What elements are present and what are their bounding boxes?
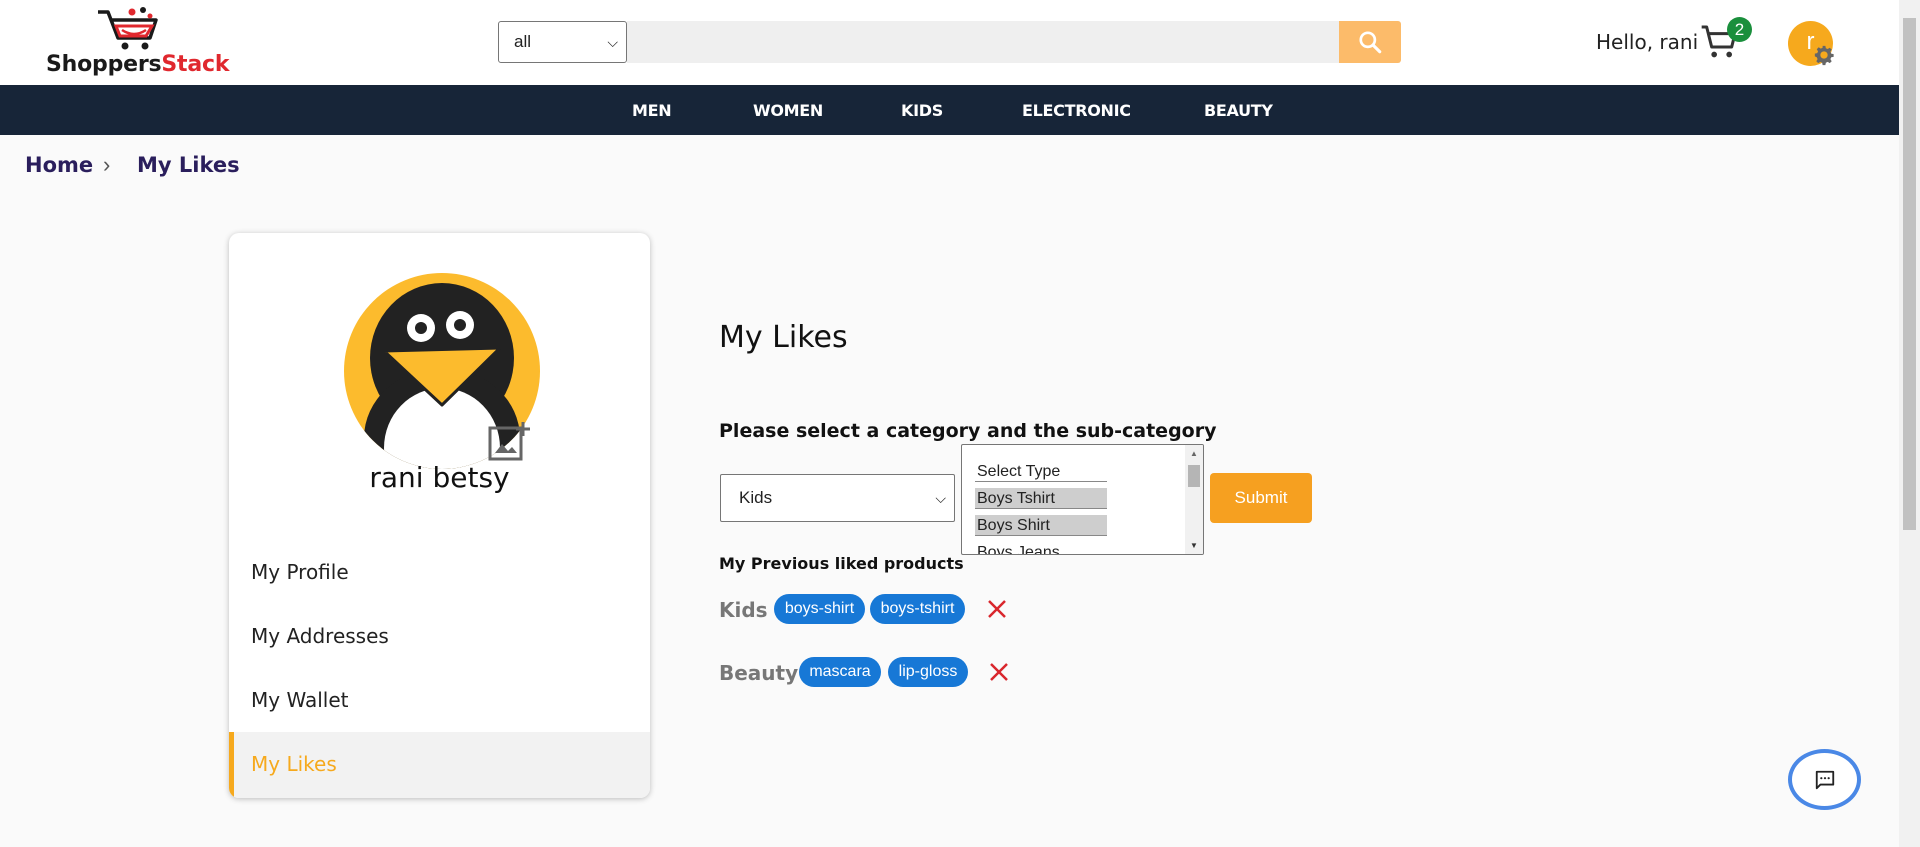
chevron-right-icon: ›	[103, 152, 111, 177]
liked-tag-chip[interactable]: boys-shirt	[774, 594, 865, 624]
search-input[interactable]	[627, 21, 1339, 63]
greeting: Hello, rani	[1596, 30, 1699, 54]
listbox-scrollbar[interactable]: ▲ ▼	[1185, 445, 1203, 554]
nav-item-beauty[interactable]: BEAUTY	[1204, 85, 1273, 135]
scroll-up-arrow-icon[interactable]: ▲	[1190, 449, 1198, 458]
category-nav: MEN WOMEN KIDS ELECTRONIC BEAUTY	[0, 85, 1899, 135]
submit-button[interactable]: Submit	[1210, 473, 1312, 523]
category-select[interactable]: Kids ⌵	[720, 474, 955, 522]
nav-item-women[interactable]: WOMEN	[753, 85, 823, 135]
liked-tag-chip[interactable]: boys-tshirt	[870, 594, 965, 624]
search-button[interactable]	[1339, 21, 1401, 63]
subcategory-option[interactable]: Boys Jeans	[975, 542, 1107, 554]
delete-x-icon[interactable]	[988, 661, 1010, 683]
nav-item-men[interactable]: MEN	[632, 85, 672, 135]
search-icon	[1359, 31, 1382, 54]
nav-item-kids[interactable]: KIDS	[901, 85, 943, 135]
logo-text-part1: Shoppers	[46, 52, 162, 77]
profile-name: rani betsy	[369, 461, 510, 494]
chevron-down-icon: ⌵	[607, 34, 618, 50]
chevron-down-icon: ⌵	[935, 490, 946, 506]
add-photo-icon[interactable]	[487, 420, 531, 462]
gear-icon[interactable]	[1813, 44, 1835, 66]
liked-tag-chip[interactable]: mascara	[799, 657, 881, 687]
cart-count-badge: 2	[1727, 17, 1752, 42]
page-title: My Likes	[719, 320, 848, 355]
nav-item-electronic[interactable]: ELECTRONIC	[1022, 85, 1131, 135]
search-category-select[interactable]: all ⌵	[498, 21, 627, 63]
logo-text-part2: Stack	[161, 52, 230, 77]
liked-tag-chip[interactable]: lip-gloss	[888, 657, 968, 687]
sidebar-item-my-profile[interactable]: My Profile	[229, 540, 650, 604]
header: ShoppersStack all ⌵ Hello, rani 2 r	[0, 0, 1899, 85]
subcategory-option[interactable]: Boys Tshirt	[975, 488, 1107, 509]
category-instruction: Please select a category and the sub-cat…	[719, 420, 1217, 442]
subcategory-listbox[interactable]: Select Type Boys Tshirt Boys Shirt Boys …	[961, 444, 1204, 555]
delete-x-icon[interactable]	[986, 598, 1008, 620]
chat-icon	[1815, 770, 1834, 789]
sidebar-item-my-likes[interactable]: My Likes	[229, 732, 650, 798]
page-scroll-thumb[interactable]	[1903, 18, 1916, 530]
liked-row-category: Kids :	[719, 598, 783, 622]
search-category-value: all	[514, 32, 532, 51]
subcategory-option[interactable]: Select Type	[975, 461, 1107, 482]
breadcrumb-current: My Likes	[137, 153, 240, 177]
subcategory-option[interactable]: Boys Shirt	[975, 515, 1107, 536]
sidebar-item-my-addresses[interactable]: My Addresses	[229, 604, 650, 668]
breadcrumb-home[interactable]: Home	[25, 153, 93, 177]
category-select-value: Kids	[739, 488, 773, 507]
cart-logo-icon	[98, 7, 158, 50]
logo-text: ShoppersStack	[46, 52, 229, 77]
sidebar-item-my-wallet[interactable]: My Wallet	[229, 668, 650, 732]
logo[interactable]: ShoppersStack	[46, 4, 236, 80]
previous-liked-label: My Previous liked products	[719, 554, 964, 573]
chat-button[interactable]	[1788, 749, 1861, 810]
listbox-scroll-thumb[interactable]	[1188, 465, 1200, 487]
scroll-down-arrow-icon[interactable]: ▼	[1190, 541, 1198, 550]
profile-sidebar: rani betsy My Profile My Addresses My Wa…	[229, 233, 650, 798]
